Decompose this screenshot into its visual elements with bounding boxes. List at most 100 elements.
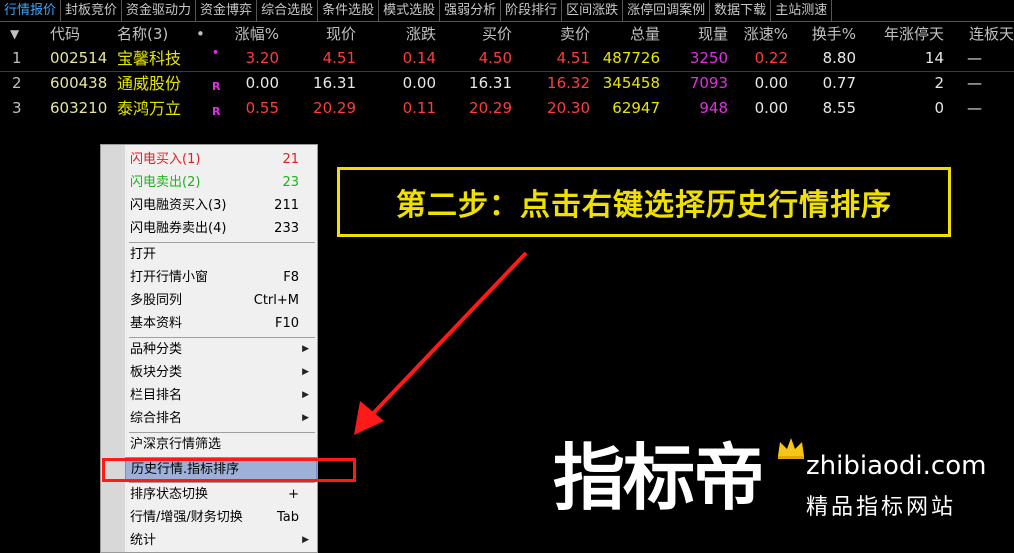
menu-item-label: 基本资料 <box>130 316 183 331</box>
table-row[interactable]: 2 600438 通威股份 R 0.00 16.31 0.00 16.31 16… <box>0 71 1014 96</box>
col-change[interactable]: 涨跌 <box>380 22 436 46</box>
col-turnover[interactable]: 换手% <box>798 22 856 46</box>
menu-item-statistics[interactable]: 统计 ▶ <box>125 529 317 552</box>
context-menu: 闪电买入(1) 21 闪电卖出(2) 23 闪电融资买入(3) 211 闪电融券… <box>100 144 318 553</box>
menu-gutter <box>101 145 125 552</box>
chg-pct: 0.55 <box>245 99 279 117</box>
menu-item-label: 行情/增强/财务切换 <box>130 510 243 525</box>
bid: 4.50 <box>478 49 512 67</box>
menu-item-shortcut: 23 <box>282 175 299 190</box>
top-tab-bar: 行情报价 封板竞价 资金驱动力 资金博弈 综合选股 条件选股 模式选股 强弱分析… <box>0 0 1014 22</box>
tab-capital-game[interactable]: 资金博弈 <box>196 0 258 21</box>
menu-item-label: 统计 <box>130 533 157 548</box>
menu-item-composite-ranking[interactable]: 综合排名 ▶ <box>125 407 317 430</box>
menu-item-category[interactable]: 品种分类 ▶ <box>125 338 317 361</box>
volume: 487726 <box>602 49 660 67</box>
menu-item-view-switch[interactable]: 行情/增强/财务切换 Tab <box>125 506 317 529</box>
menu-item-open[interactable]: 打开 <box>125 243 317 266</box>
ask: 4.51 <box>556 49 590 67</box>
col-dot: • <box>196 25 205 43</box>
table-row[interactable]: 3 603210 泰鸿万立 R 0.55 20.29 0.11 20.29 20… <box>0 96 1014 121</box>
menu-item-flash-buy[interactable]: 闪电买入(1) 21 <box>125 148 317 171</box>
menu-item-label: 闪电买入(1) <box>130 152 201 167</box>
submenu-arrow-icon: ▶ <box>302 344 309 354</box>
menu-item-column-ranking[interactable]: 栏目排名 ▶ <box>125 384 317 407</box>
col-ask[interactable]: 卖价 <box>534 22 590 46</box>
tab-period-ranking[interactable]: 阶段排行 <box>501 0 563 21</box>
menu-item-multi-stock[interactable]: 多股同列 Ctrl+M <box>125 289 317 312</box>
tab-range-change[interactable]: 区间涨跌 <box>562 0 624 21</box>
table-header: ▼ 代码 名称(3) • 涨幅% 现价 涨跌 买价 卖价 总量 现量 涨速% 换… <box>0 22 1014 46</box>
col-volume[interactable]: 总量 <box>600 22 660 46</box>
col-cur-vol[interactable]: 现量 <box>670 22 728 46</box>
ask: 20.30 <box>547 99 590 117</box>
consec: — <box>967 49 982 67</box>
col-consec[interactable]: 连板天 <box>952 22 1014 46</box>
menu-item-label: 排序状态切换 <box>130 487 209 502</box>
menu-item-shortcut: F8 <box>283 270 299 285</box>
col-name[interactable]: 名称(3) <box>117 22 187 46</box>
menu-item-sector-category[interactable]: 板块分类 ▶ <box>125 361 317 384</box>
turnover: 8.55 <box>822 99 856 117</box>
menu-item-basic-info[interactable]: 基本资料 F10 <box>125 312 317 335</box>
tab-capital-drive[interactable]: 资金驱动力 <box>122 0 197 21</box>
menu-item-flash-margin-buy[interactable]: 闪电融资买入(3) 211 <box>125 194 317 217</box>
watermark-slogan: 精品指标网站 <box>806 495 957 520</box>
highlight-box <box>102 458 356 482</box>
col-code[interactable]: 代码 <box>50 22 110 46</box>
tab-speed-test[interactable]: 主站测速 <box>771 0 833 21</box>
consec: — <box>967 99 982 117</box>
pointer-arrow-icon <box>354 251 528 435</box>
menu-item-sort-toggle[interactable]: 排序状态切换 + <box>125 483 317 506</box>
menu-item-label: 品种分类 <box>130 342 183 357</box>
row-divider <box>0 71 1014 72</box>
tab-limit-up-cases[interactable]: 涨停回调案例 <box>623 0 711 21</box>
submenu-arrow-icon: ▶ <box>302 535 309 545</box>
row-index: 2 <box>12 74 22 92</box>
stock-code: 002514 <box>50 49 108 67</box>
menu-item-label: 多股同列 <box>130 293 183 308</box>
menu-item-shortcut: Tab <box>276 510 299 525</box>
col-year-up-days[interactable]: 年涨停天 <box>866 22 944 46</box>
instruction-callout: 第二步：点击右键选择历史行情排序 <box>337 167 951 237</box>
row-index: 3 <box>12 99 22 117</box>
tab-auction[interactable]: 封板竞价 <box>61 0 123 21</box>
menu-item-shortcut: Ctrl+M <box>253 293 299 308</box>
tab-condition-select[interactable]: 条件选股 <box>318 0 380 21</box>
tab-quotes[interactable]: 行情报价 <box>0 0 62 21</box>
turnover: 8.80 <box>822 49 856 67</box>
menu-item-open-mini-window[interactable]: 打开行情小窗 F8 <box>125 266 317 289</box>
change: 0.11 <box>402 99 436 117</box>
menu-item-market-filter[interactable]: 沪深京行情筛选 <box>125 433 317 456</box>
turnover: 0.77 <box>822 74 856 92</box>
chg-pct: 0.00 <box>245 74 279 92</box>
menu-item-label: 板块分类 <box>130 365 183 380</box>
menu-item-flash-sell[interactable]: 闪电卖出(2) 23 <box>125 171 317 194</box>
col-chg-pct[interactable]: 涨幅% <box>215 22 279 46</box>
submenu-arrow-icon: ▶ <box>302 413 309 423</box>
col-price[interactable]: 现价 <box>300 22 356 46</box>
change: 0.00 <box>402 74 436 92</box>
table-row[interactable]: 1 002514 宝馨科技 • 3.20 4.51 0.14 4.50 4.51… <box>0 46 1014 71</box>
watermark-brand: 指标帝 <box>553 436 765 520</box>
price: 16.31 <box>313 74 356 92</box>
submenu-arrow-icon: ▶ <box>302 390 309 400</box>
stock-name: 通威股份 <box>117 74 182 93</box>
tab-composite-select[interactable]: 综合选股 <box>257 0 319 21</box>
speed: 0.00 <box>754 74 788 92</box>
price: 4.51 <box>322 49 356 67</box>
price: 20.29 <box>313 99 356 117</box>
menu-item-label: 沪深京行情筛选 <box>130 437 222 452</box>
menu-item-flash-short-sell[interactable]: 闪电融券卖出(4) 233 <box>125 217 317 240</box>
year-up-days: 14 <box>924 49 944 67</box>
col-speed[interactable]: 涨速% <box>730 22 788 46</box>
tab-pattern-select[interactable]: 模式选股 <box>379 0 441 21</box>
cur-vol: 948 <box>699 99 728 117</box>
sort-down-icon[interactable]: ▼ <box>10 22 19 46</box>
menu-item-shortcut: 211 <box>274 198 299 213</box>
tab-data-download[interactable]: 数据下载 <box>710 0 772 21</box>
stock-name: 宝馨科技 <box>117 49 182 68</box>
stock-name: 泰鸿万立 <box>117 99 182 118</box>
col-bid[interactable]: 买价 <box>456 22 512 46</box>
tab-strength-analysis[interactable]: 强弱分析 <box>440 0 502 21</box>
